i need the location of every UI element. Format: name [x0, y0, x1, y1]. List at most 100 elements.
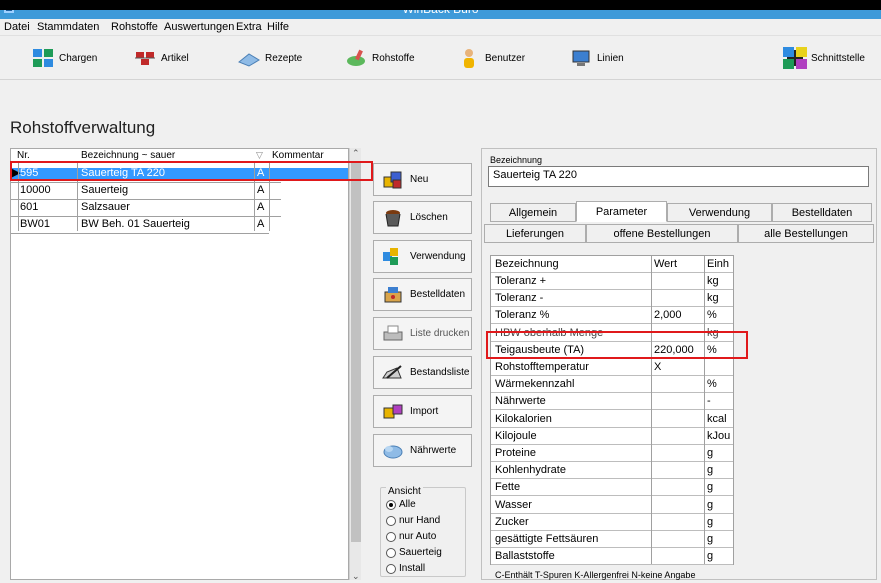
verwendung-button[interactable]: Verwendung [373, 240, 472, 273]
col-kommentar-header[interactable]: Kommentar [272, 150, 324, 161]
menu-auswertungen[interactable]: Auswertungen [164, 21, 234, 33]
menu-stammdaten[interactable]: Stammdaten [37, 21, 99, 33]
rezepte-icon [236, 47, 262, 69]
param-name: Toleranz - [495, 292, 544, 305]
tab-verwendung[interactable]: Verwendung [667, 203, 772, 222]
toolbar-schnittstelle-button[interactable]: Schnittstelle [782, 44, 865, 72]
param-einh: kg [707, 275, 719, 287]
param-name: Nährwerte [495, 395, 546, 408]
param-row[interactable]: Toleranz % 2,000% [491, 307, 733, 325]
table-row[interactable]: 601 Salzsauer A [11, 201, 348, 214]
param-name: Zucker [495, 515, 529, 528]
toolbar-rezepte-button[interactable]: Rezepte [236, 44, 302, 72]
tab-parameter[interactable]: Parameter [576, 201, 667, 222]
param-einh: % [707, 309, 717, 322]
bezeichnung-input[interactable]: Sauerteig TA 220 [488, 166, 869, 187]
bestelldaten-icon [380, 283, 406, 307]
toolbar-artikel-button[interactable]: Artikel [132, 44, 189, 72]
radio-sauerteig[interactable]: Sauerteig [386, 547, 442, 558]
import-button[interactable]: Import [373, 395, 472, 428]
tab-alle-bestellungen[interactable]: alle Bestellungen [738, 224, 874, 243]
liste-drucken-label: Liste drucken [410, 328, 470, 339]
tab-lieferungen[interactable]: Lieferungen [484, 224, 586, 243]
scroll-down-icon[interactable]: ⌄ [352, 571, 360, 582]
menu-rohstoffe[interactable]: Rohstoffe [111, 21, 158, 33]
param-divider [733, 256, 734, 564]
liste-drucken-button[interactable]: Liste drucken [373, 317, 472, 350]
grid-row-divider [11, 182, 281, 183]
param-row[interactable]: Wasser g [491, 497, 733, 514]
toolbar-benutzer-button[interactable]: Benutzer [456, 44, 525, 72]
param-row[interactable]: Wärmekennzahl% [491, 376, 733, 394]
row-nr: BW01 [20, 218, 50, 230]
parameter-table: Bezeichnung Wert Einh Toleranz + kg Tolera… [490, 255, 734, 566]
param-einh: kg [707, 292, 719, 305]
menu-datei[interactable]: Datei [4, 21, 30, 33]
col-bezeichnung-header[interactable]: Bezeichnung ~ sauer [81, 150, 175, 161]
tab-allgemein[interactable]: Allgemein [490, 203, 576, 222]
bestelldaten-button[interactable]: Bestelldaten [373, 278, 472, 311]
bestandsliste-icon [380, 361, 406, 385]
param-name: Wärmekennzahl [495, 378, 575, 391]
param-wert: 2,000 [654, 309, 682, 322]
menu-extra[interactable]: Extra [236, 21, 262, 33]
param-einh: g [707, 498, 714, 511]
radio-alle[interactable]: Alle [386, 499, 416, 510]
filter-icon[interactable]: ▽ [256, 150, 263, 161]
param-row[interactable]: Rohstofftemperatur X [491, 359, 733, 376]
row-nr: 10000 [20, 184, 51, 196]
param-divider [704, 256, 705, 564]
row-flag: A [257, 184, 265, 196]
verwendung-icon [380, 245, 406, 269]
toolbar-chargen-button[interactable]: Chargen [30, 44, 97, 72]
param-row[interactable]: Kohlenhydrate g [491, 462, 733, 480]
highlight-selected-row [10, 161, 373, 181]
menu-hilfe[interactable]: Hilfe [267, 21, 289, 33]
param-row[interactable]: Zucker g [491, 514, 733, 531]
table-row[interactable]: 10000 Sauerteig A [11, 184, 348, 197]
tab-offene-bestellungen[interactable]: offene Bestellungen [586, 224, 738, 243]
param-row[interactable]: Fette g [491, 479, 733, 497]
param-row[interactable]: Kilojoule kJou [491, 428, 733, 445]
bestandsliste-button[interactable]: Bestandsliste [373, 356, 472, 389]
param-einh: g [707, 447, 714, 459]
param-row[interactable]: gesättigte Fettsäuren g [491, 531, 733, 548]
param-row[interactable]: Toleranz + kg [491, 273, 733, 290]
param-einh: - [707, 395, 711, 408]
scrollbar-thumb[interactable] [351, 162, 361, 542]
naehrwerte-button[interactable]: Nährwerte [373, 434, 472, 467]
param-col-bezeichnung: Bezeichnung [495, 258, 559, 270]
radio-install[interactable]: Install [386, 563, 425, 574]
scroll-up-icon[interactable]: ⌃ [352, 148, 360, 159]
highlight-teigausbeute [486, 331, 748, 359]
param-row[interactable]: Ballaststoffe g [491, 548, 733, 566]
neu-icon [380, 168, 406, 192]
param-row[interactable]: Kilokalorien kcal [491, 411, 733, 428]
row-nr: 601 [20, 201, 39, 213]
param-col-wert: Wert [654, 258, 678, 270]
toolbar-linien-button[interactable]: Linien [568, 44, 624, 72]
param-row[interactable]: Proteine g [491, 445, 733, 462]
schnittstelle-icon [782, 47, 808, 69]
table-row[interactable]: BW01 BW Beh. 01 Sauerteig A [11, 218, 348, 231]
radio-nur-hand[interactable]: nur Hand [386, 515, 440, 526]
param-row[interactable]: Nährwerte - [491, 393, 733, 411]
import-icon [380, 400, 406, 424]
neu-button[interactable]: Neu [373, 163, 472, 196]
tab-bestelldaten[interactable]: Bestelldaten [772, 203, 872, 222]
neu-label: Neu [410, 174, 429, 185]
toolbar: Chargen Artikel Rezepte Rohstoffe Benutz… [0, 36, 881, 80]
col-nr-header[interactable]: Nr. [17, 150, 30, 161]
toolbar-rohstoffe-button[interactable]: Rohstoffe [343, 44, 415, 72]
naehrwerte-icon [380, 439, 406, 463]
grid-scrollbar[interactable]: ⌃ ⌄ [349, 148, 361, 582]
param-row[interactable]: Toleranz - kg [491, 290, 733, 308]
param-wert: X [654, 361, 662, 373]
loeschen-button[interactable]: Löschen [373, 201, 472, 234]
chargen-icon [30, 47, 56, 69]
radio-nur-auto[interactable]: nur Auto [386, 531, 436, 542]
param-name: Toleranz % [495, 309, 550, 322]
radio-selected-icon [386, 499, 396, 510]
bezeichnung-label: Bezeichnung [490, 155, 543, 165]
param-name: Toleranz + [495, 275, 547, 287]
